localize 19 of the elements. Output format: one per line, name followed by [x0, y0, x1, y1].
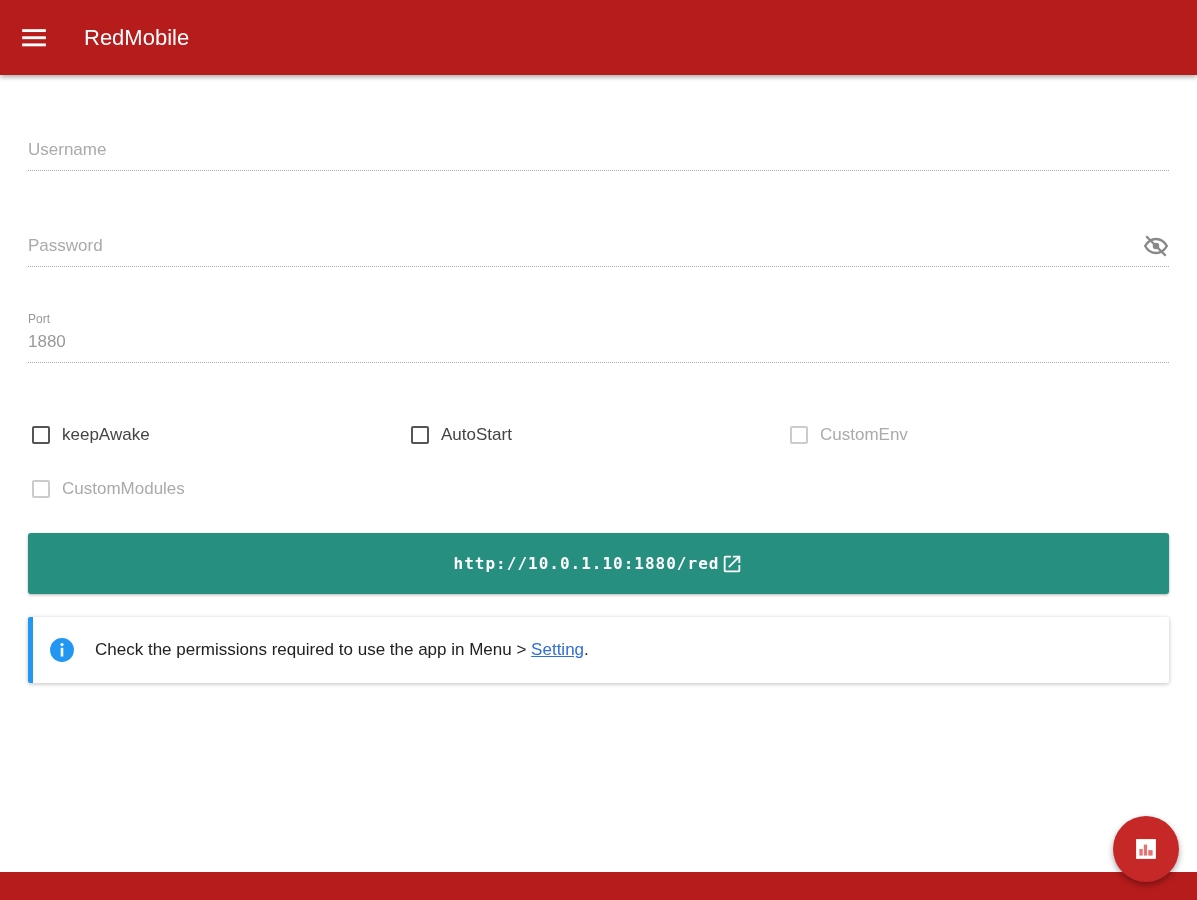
info-icon	[49, 637, 75, 663]
info-message: Check the permissions required to use the app in Menu > Setting.	[95, 640, 589, 660]
menu-icon[interactable]	[22, 28, 46, 47]
checkbox[interactable]	[32, 426, 50, 444]
username-input[interactable]: Username	[28, 134, 1169, 171]
password-input[interactable]: Password	[28, 230, 1169, 267]
checkbox-label: AutoStart	[441, 425, 512, 445]
visibility-off-icon[interactable]	[1143, 233, 1169, 259]
url-button[interactable]: http://10.0.1.10:1880/red	[28, 533, 1169, 594]
app-title: RedMobile	[84, 24, 190, 51]
checkbox-label: CustomEnv	[820, 425, 908, 445]
checkbox-label: keepAwake	[62, 425, 150, 445]
floating-action-button[interactable]	[1113, 816, 1179, 882]
checkbox[interactable]	[411, 426, 429, 444]
port-input[interactable]: 1880	[28, 326, 1169, 363]
chart-icon	[1135, 838, 1157, 860]
field-label: Port	[28, 312, 51, 326]
checkbox-label: CustomModules	[62, 479, 185, 499]
setting-link[interactable]: Setting	[531, 640, 585, 659]
